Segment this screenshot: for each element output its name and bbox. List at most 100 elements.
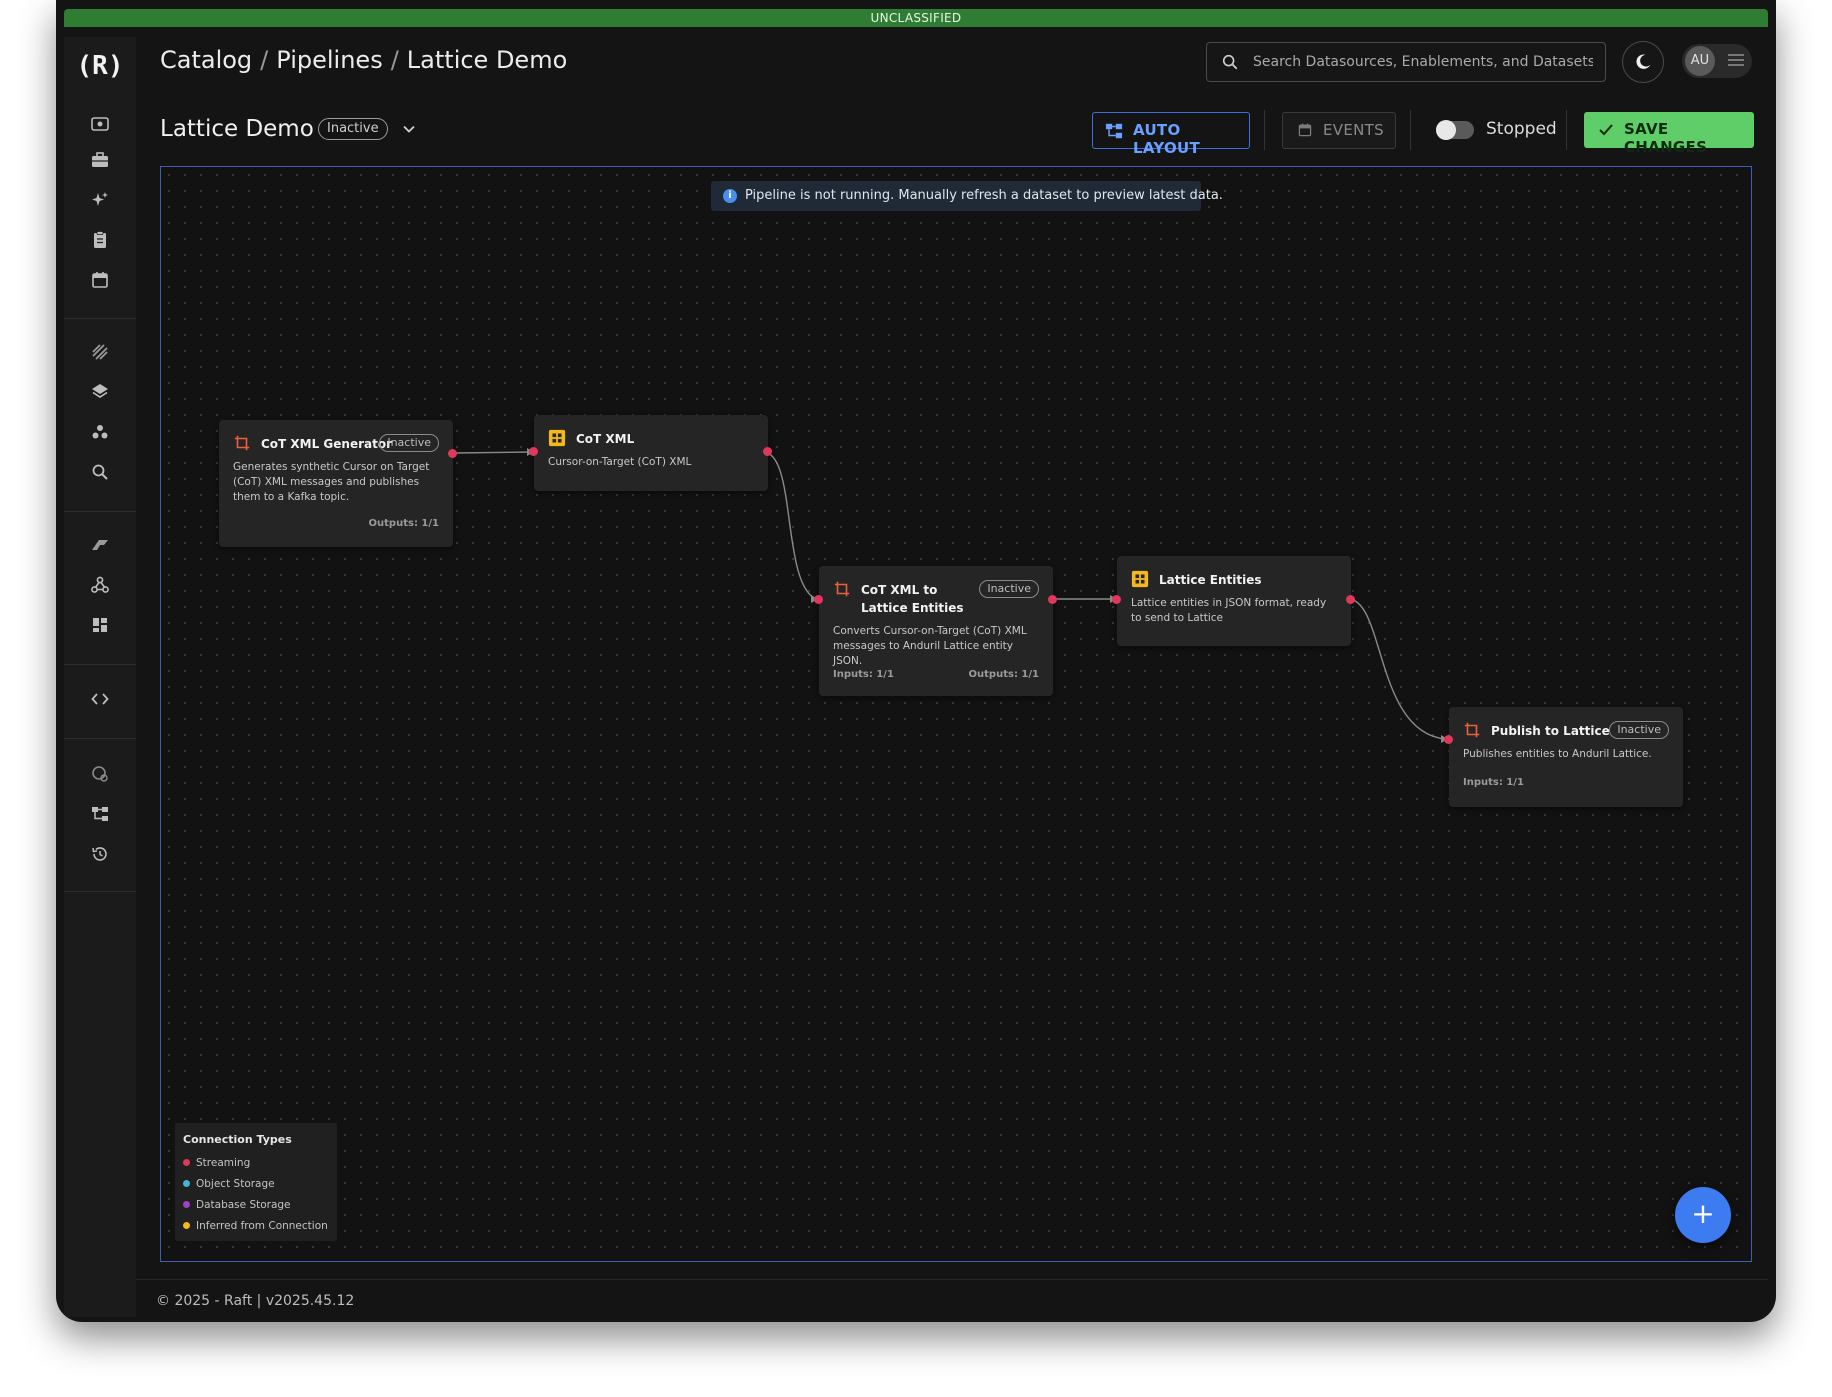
connection-types-legend: Connection Types Streaming Object Storag… [175, 1123, 337, 1241]
node-inputs: Inputs: 1/1 [1463, 777, 1524, 788]
save-changes-button[interactable]: SAVE CHANGES [1584, 112, 1754, 156]
node-description: Generates synthetic Cursor on Target (Co… [233, 461, 430, 503]
user-menu[interactable]: AU [1682, 44, 1752, 78]
status-badge: Inactive [379, 434, 439, 452]
node-title: CoT XML Generator [261, 437, 393, 451]
legend-dot [183, 1158, 190, 1166]
webhook-icon[interactable] [90, 575, 110, 595]
pipeline-canvas[interactable]: i Pipeline is not running. Manually refr… [160, 166, 1752, 1262]
breadcrumb-pipelines[interactable]: Pipelines [276, 46, 382, 74]
edge-cot-to-conv[interactable] [762, 451, 817, 600]
calendar-icon [1298, 123, 1312, 137]
group-icon[interactable] [90, 422, 110, 442]
transform-icon [1464, 722, 1480, 738]
output-port[interactable] [1346, 595, 1355, 604]
node-title: Publish to Lattice [1491, 724, 1610, 738]
app-logo[interactable]: (R) [64, 51, 136, 81]
auto-layout-label: AUTO LAYOUT [1133, 121, 1201, 157]
dashboard-icon[interactable] [90, 615, 110, 635]
eye-icon[interactable] [90, 114, 110, 134]
moon-icon [1636, 54, 1651, 69]
menu-icon [1728, 54, 1744, 66]
node-description: Converts Cursor-on-Target (CoT) XML mess… [833, 625, 1027, 667]
node-outputs: Outputs: 1/1 [968, 669, 1039, 680]
calendar-icon[interactable] [90, 270, 110, 290]
input-port[interactable] [1444, 735, 1453, 744]
output-port[interactable] [763, 447, 772, 456]
chevron-down-icon[interactable] [401, 121, 417, 137]
input-port[interactable] [1112, 595, 1121, 604]
toggle-knob [1436, 120, 1456, 140]
hierarchy-icon [1105, 123, 1123, 139]
node-lattice-entities-dataset[interactable]: Lattice Entities Lattice entities in JSO… [1112, 556, 1355, 646]
breadcrumb-separator: / [260, 46, 269, 74]
sparkles-icon[interactable] [90, 190, 110, 210]
node-description: Publishes entities to Anduril Lattice. [1463, 748, 1652, 760]
events-label: EVENTS [1323, 121, 1384, 139]
clipboard-icon[interactable] [90, 230, 110, 250]
legend-item: Streaming [183, 1157, 250, 1169]
briefcase-icon[interactable] [90, 150, 110, 170]
input-port[interactable] [814, 595, 823, 604]
dataset-icon [1131, 570, 1149, 588]
node-publish-to-lattice[interactable]: Publish to Lattice Inactive Publishes en… [1444, 707, 1683, 807]
output-port[interactable] [1048, 595, 1057, 604]
events-button[interactable]: EVENTS [1282, 112, 1396, 149]
footer-divider [136, 1279, 1768, 1280]
sidebar: (R) [64, 37, 136, 1317]
footer-text: © 2025 - Raft | v2025.45.12 [156, 1293, 355, 1309]
search-icon[interactable] [90, 462, 110, 482]
sidebar-divider [64, 664, 136, 665]
info-alert: i Pipeline is not running. Manually refr… [711, 181, 1223, 211]
info-icon: i [723, 189, 737, 203]
node-outputs: Outputs: 1/1 [368, 518, 439, 529]
layers-stripes-icon[interactable] [90, 342, 110, 362]
node-cot-xml-to-lattice-entities[interactable]: CoT XML to Lattice Entities Inactive Con… [814, 566, 1057, 696]
legend-item: Object Storage [183, 1178, 275, 1190]
node-title: CoT XML [576, 432, 635, 446]
search-input[interactable] [1251, 43, 1595, 81]
dataset-icon [548, 429, 566, 447]
add-node-button[interactable]: + [1675, 1187, 1731, 1243]
node-description: Lattice entities in JSON format, ready t… [1131, 597, 1327, 624]
hierarchy-icon[interactable] [90, 804, 110, 824]
edge-ent-to-pub[interactable] [1347, 598, 1447, 740]
code-icon[interactable] [90, 689, 110, 709]
edge-gen-to-cot[interactable] [452, 451, 534, 454]
sidebar-divider [64, 318, 136, 319]
app-window: UNCLASSIFIED (R) Catalog / Pipelines / L… [56, 0, 1776, 1322]
breadcrumb-catalog[interactable]: Catalog [160, 46, 252, 74]
alert-text: Pipeline is not running. Manually refres… [745, 188, 1223, 203]
status-badge: Inactive [979, 580, 1039, 598]
layers-icon[interactable] [90, 382, 110, 402]
history-icon[interactable] [90, 844, 110, 864]
output-port[interactable] [448, 449, 457, 458]
legend-dot [183, 1221, 190, 1229]
run-state-label: Stopped [1486, 119, 1557, 139]
input-port[interactable] [529, 447, 538, 456]
save-changes-label: SAVE CHANGES [1624, 120, 1708, 156]
transform-icon [834, 581, 850, 597]
raft-icon[interactable] [90, 535, 110, 555]
toolbar-divider [1410, 110, 1411, 150]
status-badge: Inactive [318, 118, 388, 140]
sidebar-divider [64, 891, 136, 892]
sidebar-divider [64, 511, 136, 512]
legend-item: Database Storage [183, 1199, 291, 1211]
legend-dot [183, 1200, 190, 1208]
breadcrumb-separator: / [390, 46, 399, 74]
run-toggle[interactable] [1436, 120, 1474, 140]
node-cot-xml-dataset[interactable]: CoT XML Cursor-on-Target (CoT) XML [529, 415, 772, 491]
toolbar-divider [1264, 110, 1265, 150]
legend-item: Inferred from Connection [183, 1220, 328, 1232]
node-cot-xml-generator[interactable]: CoT XML Generator Inactive Generates syn… [219, 420, 457, 547]
node-inputs: Inputs: 1/1 [833, 669, 894, 680]
breadcrumb-current: Lattice Demo [406, 46, 568, 74]
node-description: Cursor-on-Target (CoT) XML [548, 456, 692, 468]
node-title: Lattice Entities [1159, 573, 1262, 587]
auto-layout-button[interactable]: AUTO LAYOUT [1092, 112, 1250, 157]
classification-banner: UNCLASSIFIED [64, 9, 1768, 27]
shield-icon[interactable] [90, 764, 110, 784]
sidebar-divider [64, 738, 136, 739]
theme-toggle-button[interactable] [1622, 41, 1664, 83]
